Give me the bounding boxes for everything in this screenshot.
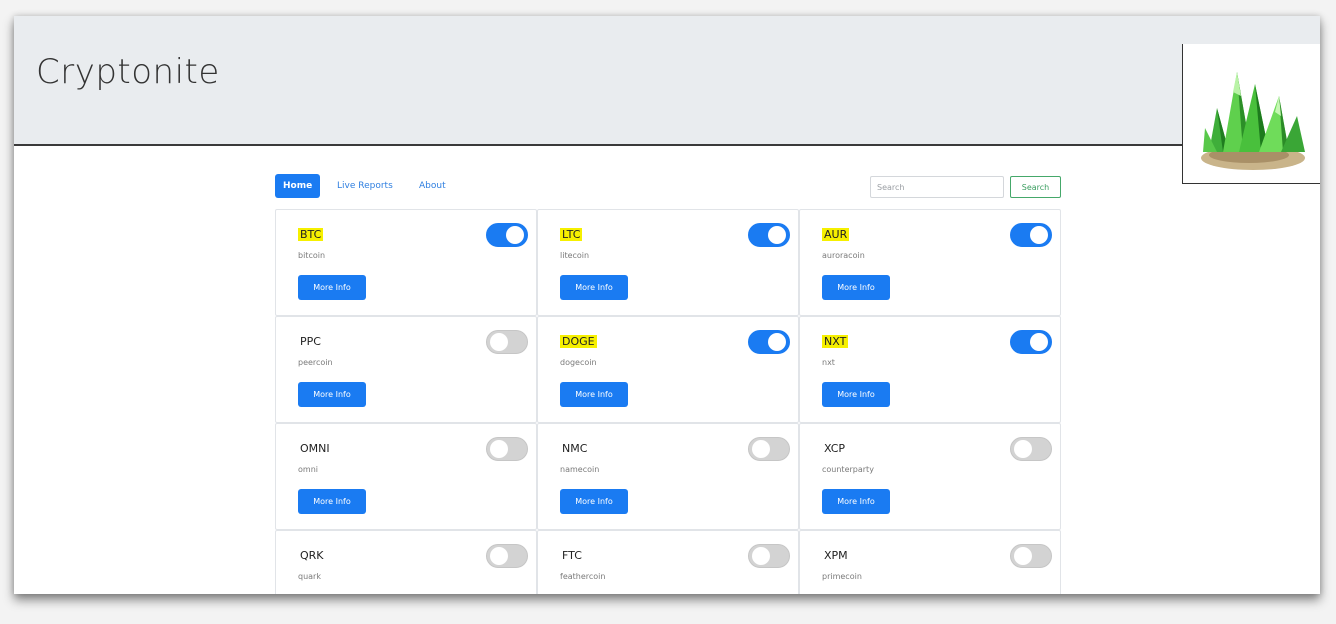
more-info-button[interactable]: More Info (560, 275, 628, 300)
toggle-knob (1030, 226, 1048, 244)
more-info-button[interactable]: More Info (822, 382, 890, 407)
coin-card-ltc: LTC litecoin More Info (537, 209, 799, 316)
toggle-knob (490, 333, 508, 351)
toggle-knob (1014, 440, 1032, 458)
more-info-button[interactable]: More Info (822, 275, 890, 300)
coins-grid: BTC bitcoin More Info LTC litecoin More … (275, 209, 1061, 594)
coin-select-toggle[interactable] (486, 544, 528, 568)
coin-select-toggle[interactable] (748, 437, 790, 461)
coin-card-xcp: XCP counterparty More Info (799, 423, 1061, 530)
coin-name: litecoin (560, 251, 590, 260)
coin-name: counterparty (822, 465, 874, 474)
toggle-knob (490, 547, 508, 565)
coin-card-omni: OMNI omni More Info (275, 423, 537, 530)
coin-select-toggle[interactable] (486, 437, 528, 461)
coin-name: namecoin (560, 465, 600, 474)
search-input[interactable] (870, 176, 1004, 198)
nav-home[interactable]: Home (275, 174, 321, 198)
coin-card-aur: AUR auroracoin More Info (799, 209, 1061, 316)
main-nav: Home Live Reports About Search (275, 174, 1065, 198)
page-header: Cryptonite (14, 16, 1320, 146)
toggle-knob (506, 226, 524, 244)
search-button[interactable]: Search (1010, 176, 1061, 198)
coin-symbol: BTC (298, 228, 324, 241)
toggle-knob (768, 226, 786, 244)
more-info-button[interactable]: More Info (822, 489, 890, 514)
coin-symbol: OMNI (300, 442, 330, 455)
logo (1182, 44, 1320, 184)
coin-symbol: AUR (822, 228, 850, 241)
coin-symbol: LTC (560, 228, 583, 241)
green-crystal-logo-icon (1201, 72, 1305, 170)
coin-symbol: XCP (824, 442, 846, 455)
coin-name: auroracoin (822, 251, 865, 260)
coin-card-ppc: PPC peercoin More Info (275, 316, 537, 423)
coin-card-ftc: FTC feathercoin More Info (537, 530, 799, 594)
coin-name: dogecoin (560, 358, 597, 367)
toggle-knob (1030, 333, 1048, 351)
coin-card-nmc: NMC namecoin More Info (537, 423, 799, 530)
coin-card-xpm: XPM primecoin More Info (799, 530, 1061, 594)
coin-select-toggle[interactable] (1010, 437, 1052, 461)
coin-symbol: PPC (300, 335, 321, 348)
coin-select-toggle[interactable] (1010, 223, 1052, 247)
coin-select-toggle[interactable] (1010, 330, 1052, 354)
site-title: Cryptonite (36, 52, 220, 92)
coin-name: peercoin (298, 358, 333, 367)
coin-select-toggle[interactable] (486, 330, 528, 354)
toggle-knob (752, 547, 770, 565)
more-info-button[interactable]: More Info (560, 489, 628, 514)
coin-name: omni (298, 465, 318, 474)
coin-name: primecoin (822, 572, 862, 581)
coin-name: feathercoin (560, 572, 606, 581)
nav-about[interactable]: About (411, 174, 454, 198)
coin-name: quark (298, 572, 321, 581)
coin-symbol: XPM (824, 549, 848, 562)
coin-card-qrk: QRK quark More Info (275, 530, 537, 594)
toggle-knob (768, 333, 786, 351)
coin-symbol: NXT (822, 335, 849, 348)
browser-page: Cryptonite Home Live Reports About Searc… (14, 16, 1320, 594)
more-info-button[interactable]: More Info (560, 382, 628, 407)
coin-select-toggle[interactable] (748, 223, 790, 247)
toggle-knob (490, 440, 508, 458)
coin-select-toggle[interactable] (486, 223, 528, 247)
coin-select-toggle[interactable] (748, 330, 790, 354)
coin-symbol: DOGE (560, 335, 597, 348)
coin-symbol: FTC (562, 549, 582, 562)
coin-name: nxt (822, 358, 835, 367)
nav-live-reports[interactable]: Live Reports (329, 174, 401, 198)
coin-card-btc: BTC bitcoin More Info (275, 209, 537, 316)
more-info-button[interactable]: More Info (298, 275, 366, 300)
coin-name: bitcoin (298, 251, 326, 260)
more-info-button[interactable]: More Info (298, 489, 366, 514)
coin-card-doge: DOGE dogecoin More Info (537, 316, 799, 423)
coin-symbol: QRK (300, 549, 324, 562)
screenshot-backdrop: Cryptonite Home Live Reports About Searc… (0, 0, 1336, 624)
toggle-knob (1014, 547, 1032, 565)
coin-select-toggle[interactable] (748, 544, 790, 568)
coin-card-nxt: NXT nxt More Info (799, 316, 1061, 423)
coin-select-toggle[interactable] (1010, 544, 1052, 568)
more-info-button[interactable]: More Info (298, 382, 366, 407)
toggle-knob (752, 440, 770, 458)
coin-symbol: NMC (562, 442, 588, 455)
